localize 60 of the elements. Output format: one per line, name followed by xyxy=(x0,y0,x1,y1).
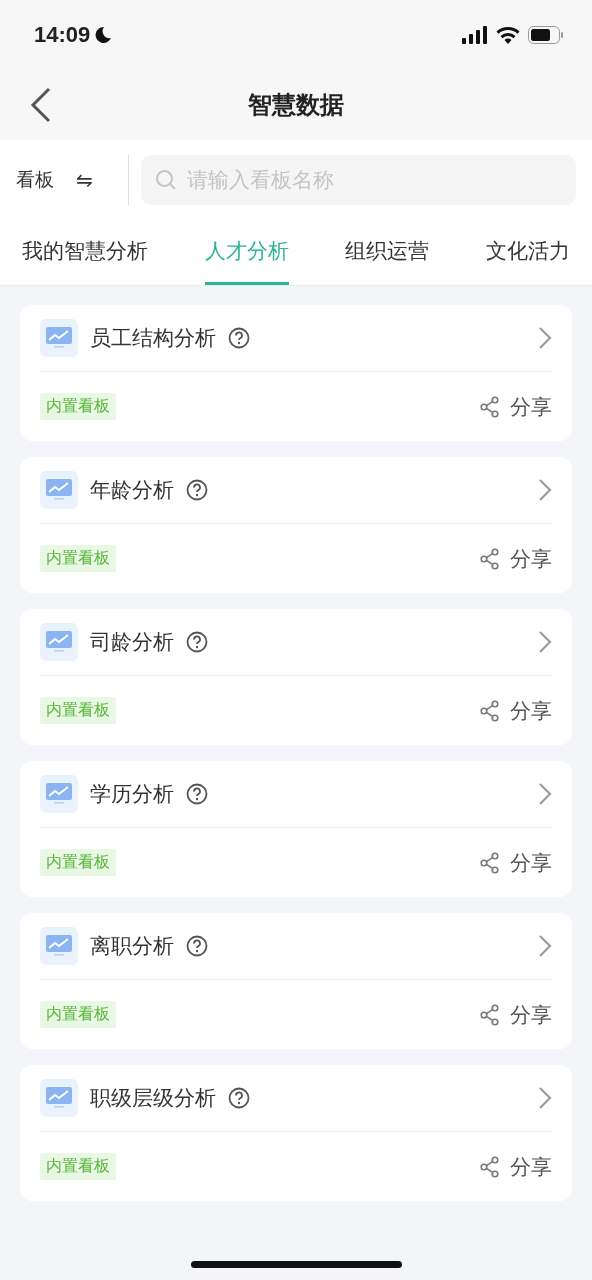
board-card[interactable]: 司龄分析 内置看板 分享 xyxy=(20,609,572,745)
share-icon xyxy=(480,851,500,874)
chart-icon xyxy=(40,927,78,965)
share-button[interactable]: 分享 xyxy=(480,848,552,877)
help-icon[interactable] xyxy=(186,631,208,653)
back-icon[interactable] xyxy=(30,87,52,123)
share-button[interactable]: 分享 xyxy=(480,1000,552,1029)
card-title: 员工结构分析 xyxy=(90,325,216,352)
chevron-right-icon[interactable] xyxy=(538,782,552,806)
tab[interactable]: 组织运营 xyxy=(345,220,430,285)
share-icon xyxy=(480,1003,500,1026)
chevron-right-icon[interactable] xyxy=(538,478,552,502)
chart-icon xyxy=(40,319,78,357)
help-icon[interactable] xyxy=(186,783,208,805)
share-button[interactable]: 分享 xyxy=(480,1152,552,1181)
board-card[interactable]: 离职分析 内置看板 分享 xyxy=(20,913,572,1049)
card-title: 司龄分析 xyxy=(90,629,174,656)
board-card[interactable]: 职级层级分析 内置看板 分享 xyxy=(20,1065,572,1201)
signal-icon xyxy=(462,26,488,44)
chevron-right-icon[interactable] xyxy=(538,630,552,654)
share-icon xyxy=(480,547,500,570)
builtin-tag: 内置看板 xyxy=(40,849,116,876)
card-title: 学历分析 xyxy=(90,781,174,808)
builtin-tag: 内置看板 xyxy=(40,1153,116,1180)
help-icon[interactable] xyxy=(228,327,250,349)
chevron-right-icon[interactable] xyxy=(538,934,552,958)
card-title: 年龄分析 xyxy=(90,477,174,504)
status-time: 14:09 xyxy=(34,22,91,48)
share-icon xyxy=(480,1155,500,1178)
builtin-tag: 内置看板 xyxy=(40,545,116,572)
chevron-right-icon[interactable] xyxy=(538,1086,552,1110)
chart-icon xyxy=(40,1079,78,1117)
share-button[interactable]: 分享 xyxy=(480,696,552,725)
board-card[interactable]: 学历分析 内置看板 分享 xyxy=(20,761,572,897)
card-title: 职级层级分析 xyxy=(90,1085,216,1112)
chart-icon xyxy=(40,775,78,813)
chevron-right-icon[interactable] xyxy=(538,326,552,350)
board-label: 看板 xyxy=(16,167,55,192)
chart-icon xyxy=(40,623,78,661)
builtin-tag: 内置看板 xyxy=(40,1001,116,1028)
share-icon xyxy=(480,699,500,722)
page-title: 智慧数据 xyxy=(248,90,344,121)
moon-icon xyxy=(94,26,113,44)
share-icon xyxy=(480,395,500,418)
help-icon[interactable] xyxy=(186,479,208,501)
board-card[interactable]: 员工结构分析 内置看板 分享 xyxy=(20,305,572,441)
board-card[interactable]: 年龄分析 内置看板 分享 xyxy=(20,457,572,593)
chart-icon xyxy=(40,471,78,509)
help-icon[interactable] xyxy=(228,1087,250,1109)
share-button[interactable]: 分享 xyxy=(480,392,552,421)
wifi-icon xyxy=(496,26,520,44)
tab[interactable]: 文化活力 xyxy=(485,220,570,285)
tab[interactable]: 我的智慧分析 xyxy=(22,220,148,285)
builtin-tag: 内置看板 xyxy=(40,393,116,420)
share-button[interactable]: 分享 xyxy=(480,544,552,573)
swap-toggle[interactable]: ⇋ xyxy=(76,155,129,205)
builtin-tag: 内置看板 xyxy=(40,697,116,724)
battery-icon xyxy=(528,26,564,44)
card-title: 离职分析 xyxy=(90,933,174,960)
help-icon[interactable] xyxy=(186,935,208,957)
